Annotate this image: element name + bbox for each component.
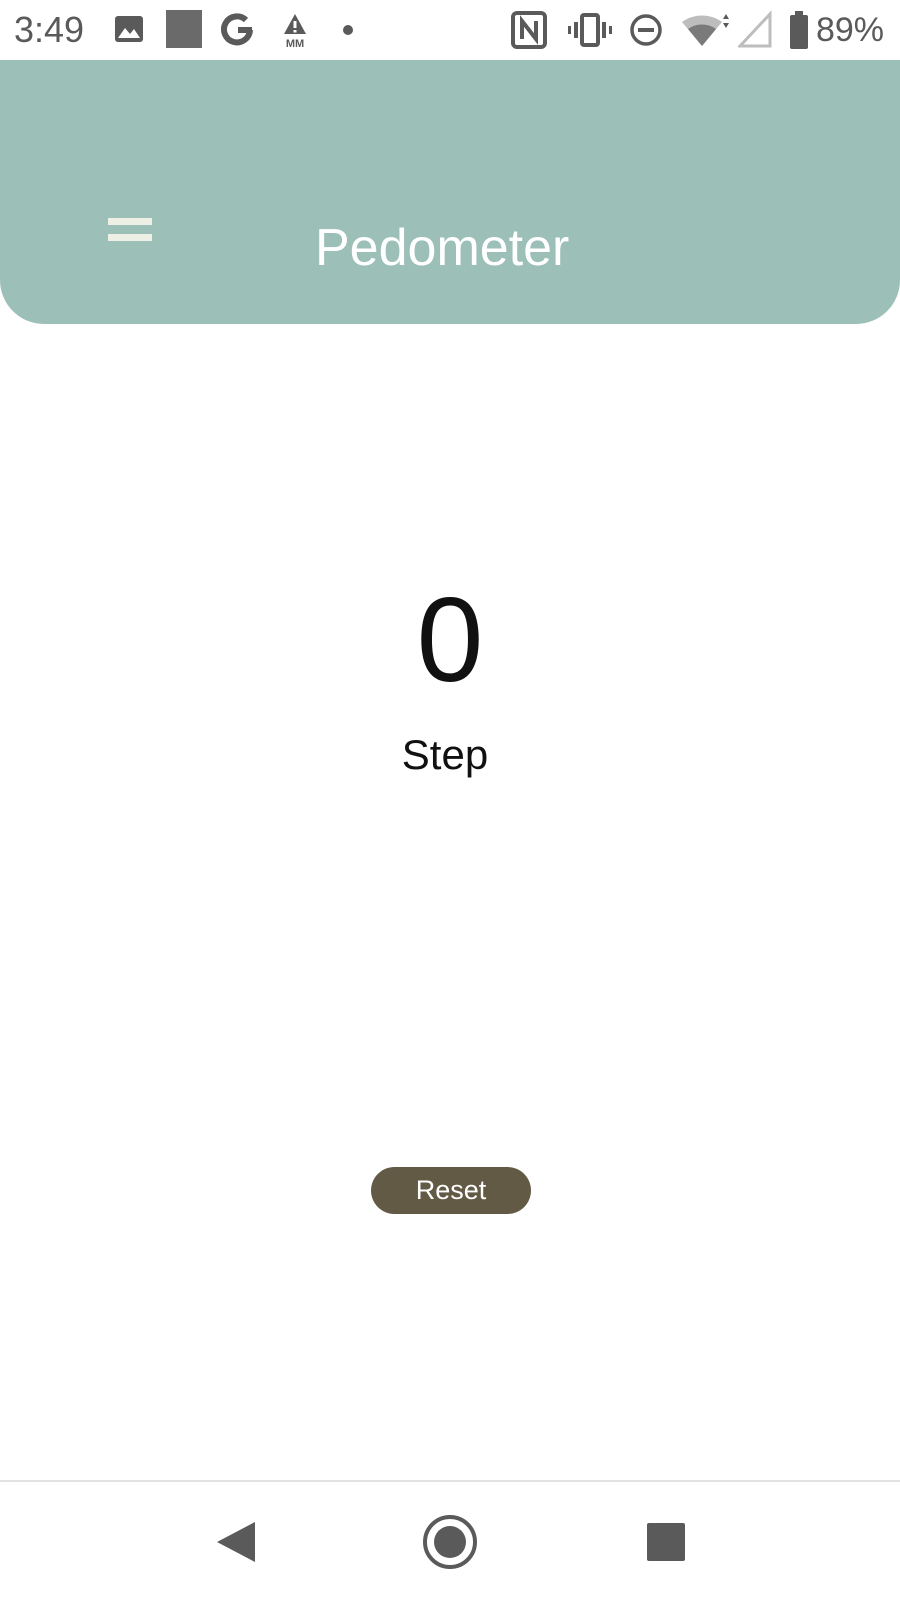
mm-warning-icon: MM bbox=[278, 10, 312, 50]
menu-icon-line-top bbox=[108, 218, 152, 225]
google-icon bbox=[220, 10, 256, 50]
status-bar: 3:49 MM 89% bbox=[0, 0, 900, 60]
image-icon bbox=[114, 10, 144, 50]
app-bar: Pedometer bbox=[0, 60, 900, 324]
dnd-icon bbox=[628, 10, 664, 50]
status-time: 3:49 bbox=[14, 9, 85, 50]
square-icon bbox=[165, 10, 203, 50]
wifi-icon bbox=[680, 10, 730, 50]
home-icon[interactable] bbox=[420, 1512, 480, 1572]
step-count: 0 bbox=[416, 573, 484, 707]
battery-icon bbox=[788, 10, 810, 50]
battery-percent: 89% bbox=[815, 11, 884, 49]
vibrate-icon bbox=[568, 10, 612, 50]
menu-icon-line-bottom bbox=[108, 234, 152, 241]
step-label: Step bbox=[401, 731, 489, 778]
svg-text:MM: MM bbox=[286, 38, 304, 50]
reset-button[interactable]: Reset bbox=[371, 1167, 531, 1214]
menu-icon[interactable] bbox=[100, 212, 160, 262]
signal-icon bbox=[736, 10, 772, 50]
navigation-bar bbox=[0, 1482, 900, 1600]
recents-icon[interactable] bbox=[636, 1512, 696, 1572]
nfc-icon bbox=[510, 10, 548, 50]
dot-icon bbox=[340, 10, 356, 50]
screen: 3:49 MM 89% Pedometer 0 Step Reset bbox=[0, 0, 900, 1600]
back-icon[interactable] bbox=[205, 1512, 265, 1572]
app-title: Pedometer bbox=[315, 219, 570, 277]
